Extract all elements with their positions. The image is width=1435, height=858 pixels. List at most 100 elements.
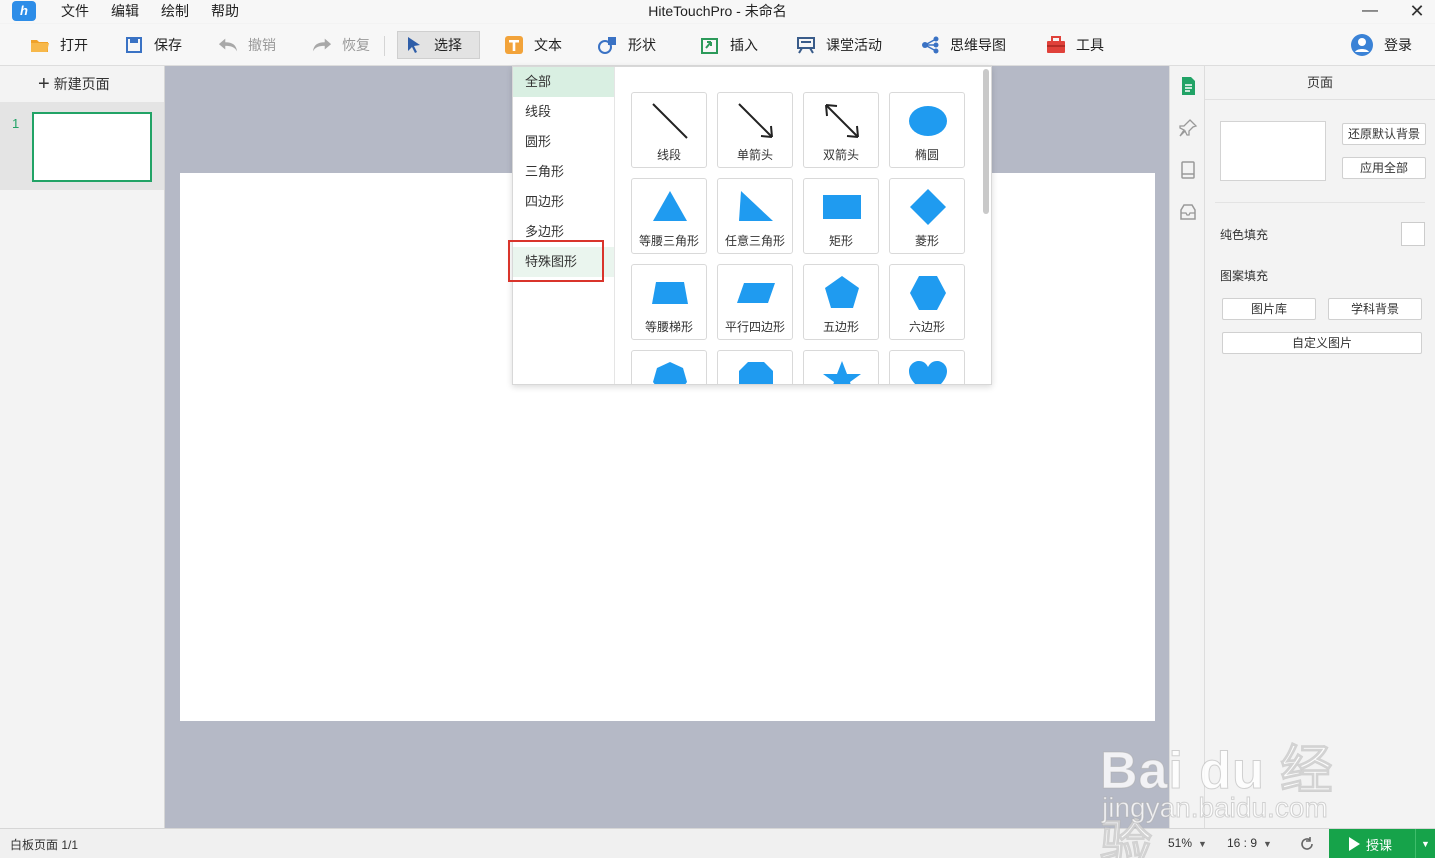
aspect-ratio-select[interactable]: 16 : 9 ▼ xyxy=(1227,836,1272,850)
shape-double-arrow[interactable]: 双箭头 xyxy=(803,92,879,168)
image-library-button[interactable]: 图片库 xyxy=(1222,298,1316,320)
text-button[interactable]: 文本 xyxy=(498,31,568,59)
properties-divider xyxy=(1215,202,1425,203)
side-icon-bar xyxy=(1169,66,1205,828)
trapezoid-icon xyxy=(652,282,688,304)
isosceles-triangle-icon xyxy=(653,191,687,221)
shape-label: 单箭头 xyxy=(736,148,773,162)
popup-scrollbar[interactable] xyxy=(983,69,989,214)
zoom-select[interactable]: 51% ▼ xyxy=(1168,836,1207,850)
shape-heart[interactable] xyxy=(889,350,965,384)
start-class-button[interactable]: 授课 ▼ xyxy=(1329,829,1435,858)
new-page-button[interactable]: + 新建页面 xyxy=(38,74,110,94)
login-label: 登录 xyxy=(1384,37,1412,53)
status-bar: 白板页面 1/1 51% ▼ 16 : 9 ▼ 授课 ▼ xyxy=(0,828,1435,858)
heart-icon xyxy=(909,361,947,384)
shape-single-arrow[interactable]: 单箭头 xyxy=(717,92,793,168)
category-special[interactable]: 特殊图形 xyxy=(513,247,614,277)
page-thumbnail-row[interactable]: 1 xyxy=(0,102,164,190)
subject-background-button[interactable]: 学科背景 xyxy=(1328,298,1422,320)
shape-label: 平行四边形 xyxy=(724,320,785,334)
category-all[interactable]: 全部 xyxy=(513,67,614,97)
shape-isosceles-triangle[interactable]: 等腰三角形 xyxy=(631,178,707,254)
chevron-down-icon[interactable]: ▼ xyxy=(1415,829,1435,858)
close-button[interactable]: ✕ xyxy=(1397,0,1435,23)
shape-label: 五边形 xyxy=(822,320,859,334)
shape-rectangle[interactable]: 矩形 xyxy=(803,178,879,254)
shape-rhombus[interactable]: 菱形 xyxy=(889,178,965,254)
menu-file[interactable]: 文件 xyxy=(50,0,100,23)
classroom-board-icon xyxy=(796,36,816,54)
apply-all-button[interactable]: 应用全部 xyxy=(1342,157,1426,179)
shape-parallelogram[interactable]: 平行四边形 xyxy=(717,264,793,340)
main-toolbar: 打开 保存 撤销 恢复 选择 文本 形状 插入 课堂活动 思维导图 工具 登录 xyxy=(0,24,1435,66)
shape-label: 双箭头 xyxy=(822,148,859,162)
login-button[interactable]: 登录 xyxy=(1344,31,1418,59)
page-info: 白板页面 1/1 xyxy=(10,838,79,852)
page-thumbnail[interactable] xyxy=(32,112,152,182)
shape-trapezoid[interactable]: 等腰梯形 xyxy=(631,264,707,340)
shape-button[interactable]: 形状 xyxy=(592,31,662,59)
shape-octagon[interactable] xyxy=(717,350,793,384)
menu-draw[interactable]: 绘制 xyxy=(150,0,200,23)
floppy-icon xyxy=(124,36,144,54)
class-activity-label: 课堂活动 xyxy=(826,37,882,53)
class-activity-button[interactable]: 课堂活动 xyxy=(790,31,888,59)
hexagon-icon xyxy=(910,276,946,310)
background-preview xyxy=(1220,121,1326,181)
insert-button[interactable]: 插入 xyxy=(694,31,764,59)
shape-line[interactable]: 线段 xyxy=(631,92,707,168)
shapes-icon xyxy=(598,36,618,54)
shape-hexagon[interactable]: 六边形 xyxy=(889,264,965,340)
properties-panel: 页面 还原默认背景 应用全部 纯色填充 图案填充 图片库 学科背景 自定义图片 xyxy=(1205,66,1435,828)
redo-label: 恢复 xyxy=(342,37,370,53)
redo-button[interactable]: 恢复 xyxy=(306,31,376,59)
star-icon xyxy=(823,361,861,384)
menu-edit[interactable]: 编辑 xyxy=(100,0,150,23)
chevron-down-icon: ▼ xyxy=(1263,839,1272,849)
undo-button[interactable]: 撤销 xyxy=(212,31,282,59)
refresh-icon[interactable] xyxy=(1298,835,1316,853)
minimize-button[interactable]: — xyxy=(1350,0,1390,23)
mindmap-button[interactable]: 思维导图 xyxy=(914,31,1012,59)
app-logo-icon: h xyxy=(12,1,36,21)
solid-fill-color-picker[interactable] xyxy=(1401,222,1425,246)
shape-heptagon[interactable] xyxy=(631,350,707,384)
undo-arrow-icon xyxy=(218,36,238,54)
book-icon[interactable] xyxy=(1178,160,1198,180)
category-quadrilateral[interactable]: 四边形 xyxy=(513,187,614,217)
shape-arbitrary-triangle[interactable]: 任意三角形 xyxy=(717,178,793,254)
shape-dropdown: 全部 线段 圆形 三角形 四边形 多边形 特殊图形 线段 单箭头 双箭头 椭圆 … xyxy=(512,66,992,385)
category-line[interactable]: 线段 xyxy=(513,97,614,127)
category-circle[interactable]: 圆形 xyxy=(513,127,614,157)
category-polygon[interactable]: 多边形 xyxy=(513,217,614,247)
pentagon-icon xyxy=(825,276,859,308)
tools-label: 工具 xyxy=(1076,37,1104,53)
parallelogram-icon xyxy=(737,283,775,303)
page-settings-icon[interactable] xyxy=(1178,76,1198,96)
double-arrow-icon xyxy=(825,104,859,138)
custom-image-button[interactable]: 自定义图片 xyxy=(1222,332,1422,354)
properties-title: 页面 xyxy=(1205,66,1435,100)
rectangle-icon xyxy=(823,195,861,219)
title-bar: h 文件 编辑 绘制 帮助 HiteTouchPro - 未命名 — ✕ xyxy=(0,0,1435,23)
shape-star[interactable] xyxy=(803,350,879,384)
menu-help[interactable]: 帮助 xyxy=(200,0,250,23)
open-button[interactable]: 打开 xyxy=(24,31,94,59)
shape-label: 等腰梯形 xyxy=(644,320,693,334)
octagon-icon xyxy=(739,362,773,384)
tools-button[interactable]: 工具 xyxy=(1040,31,1110,59)
inbox-icon[interactable] xyxy=(1178,202,1198,222)
user-avatar-icon xyxy=(1350,33,1374,57)
shape-label: 椭圆 xyxy=(914,148,939,162)
pattern-fill-label: 图案填充 xyxy=(1220,269,1269,283)
shape-ellipse[interactable]: 椭圆 xyxy=(889,92,965,168)
select-button[interactable]: 选择 xyxy=(397,31,480,59)
toolbox-icon xyxy=(1046,36,1066,54)
shape-pentagon[interactable]: 五边形 xyxy=(803,264,879,340)
category-triangle[interactable]: 三角形 xyxy=(513,157,614,187)
save-button[interactable]: 保存 xyxy=(118,31,188,59)
insert-label: 插入 xyxy=(730,37,758,53)
restore-background-button[interactable]: 还原默认背景 xyxy=(1342,123,1426,145)
pin-icon[interactable] xyxy=(1178,118,1198,138)
